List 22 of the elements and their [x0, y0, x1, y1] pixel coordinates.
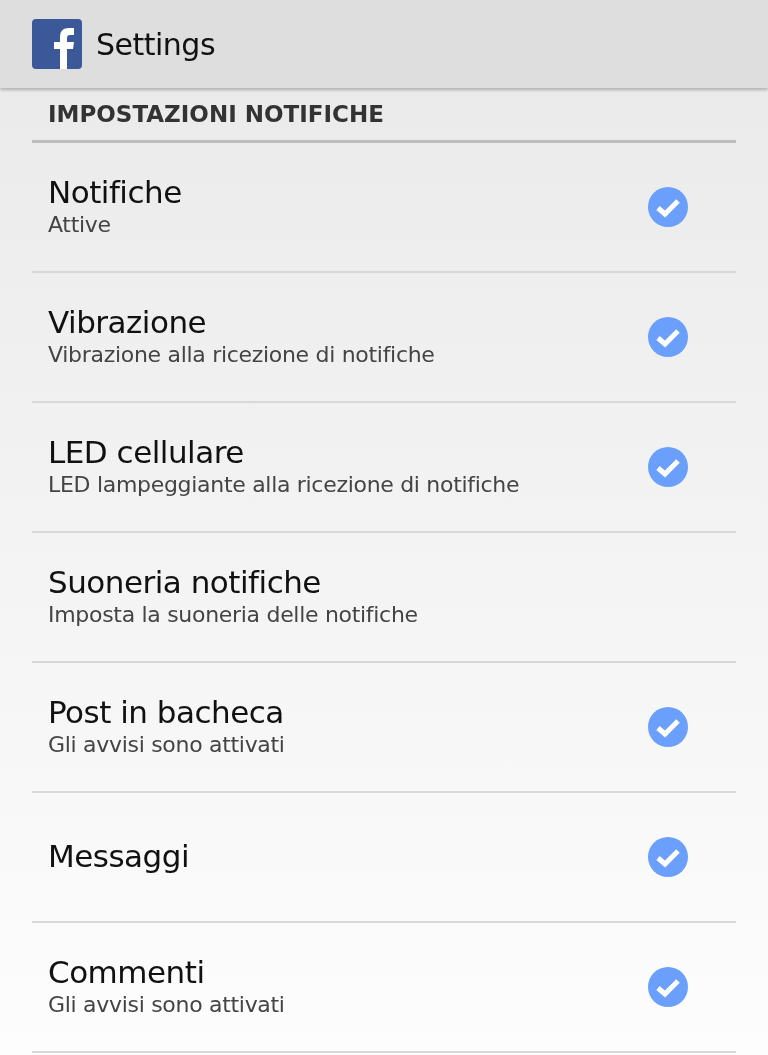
app-logo-icon [32, 19, 82, 69]
app-title: Settings [96, 25, 216, 64]
section-header: IMPOSTAZIONI NOTIFICHE [48, 99, 384, 129]
setting-summary: Gli avvisi sono attivati [48, 991, 285, 1020]
setting-summary: Vibrazione alla ricezione di notifiche [48, 341, 435, 370]
setting-summary: Gli avvisi sono attivati [48, 731, 285, 760]
setting-summary: Imposta la suoneria delle notifiche [48, 601, 418, 630]
checkbox[interactable] [648, 447, 688, 487]
setting-title[interactable]: Commenti [48, 954, 285, 992]
setting-summary: Attive [48, 211, 112, 240]
setting-title[interactable]: Suoneria notifiche [48, 564, 418, 602]
checkbox[interactable] [648, 187, 688, 227]
setting-title[interactable]: Vibrazione [48, 304, 435, 342]
checkbox[interactable] [648, 707, 688, 747]
setting-title[interactable]: Messaggi [48, 838, 190, 876]
checkbox[interactable] [648, 837, 688, 877]
setting-summary: LED lampeggiante alla ricezione di notifiche [48, 471, 520, 500]
setting-title[interactable]: Notifiche [48, 174, 182, 212]
checkbox[interactable] [648, 967, 688, 1007]
setting-title[interactable]: LED cellulare [48, 434, 520, 472]
setting-title[interactable]: Post in bacheca [48, 694, 285, 732]
checkbox[interactable] [648, 317, 688, 357]
